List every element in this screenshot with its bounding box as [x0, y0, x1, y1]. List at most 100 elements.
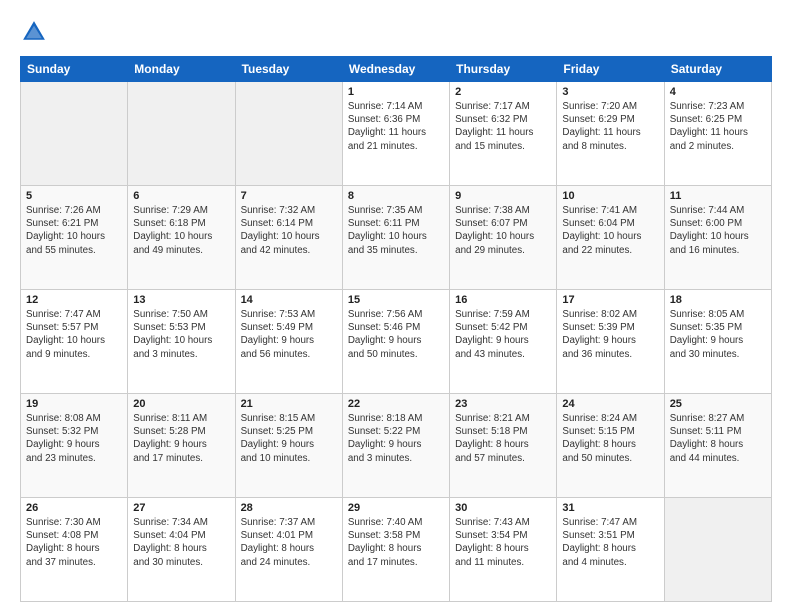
day-number: 20	[133, 398, 229, 410]
day-number: 6	[133, 190, 229, 202]
day-info: Sunrise: 8:15 AM Sunset: 5:25 PM Dayligh…	[241, 412, 337, 465]
calendar-cell: 11Sunrise: 7:44 AM Sunset: 6:00 PM Dayli…	[664, 186, 771, 290]
calendar-cell: 12 Sunrise: 7:47 AM Sunset: 5:57 PM Dayli…	[21, 290, 128, 394]
logo-icon	[20, 18, 48, 46]
day-number: 22	[348, 398, 444, 410]
day-info: Sunrise: 7:17 AM Sunset: 6:32 PM Dayligh…	[455, 100, 551, 153]
day-number: 10	[562, 190, 658, 202]
calendar-cell: 7 Sunrise: 7:32 AM Sunset: 6:14 PM Daylig…	[235, 186, 342, 290]
calendar-cell: 17 Sunrise: 8:02 AM Sunset: 5:39 PM Dayli…	[557, 290, 664, 394]
day-info: Sunrise: 8:18 AM Sunset: 5:22 PM Dayligh…	[348, 412, 444, 465]
day-number: 9	[455, 190, 551, 202]
day-number: 8	[348, 190, 444, 202]
day-number: 27	[133, 502, 229, 514]
calendar-week-2: 12 Sunrise: 7:47 AM Sunset: 5:57 PM Dayli…	[21, 290, 772, 394]
day-info: Sunrise: 8:21 AM Sunset: 5:18 PM Dayligh…	[455, 412, 551, 465]
day-number: 19	[26, 398, 122, 410]
day-number: 29	[348, 502, 444, 514]
day-info: Sunrise: 7:50 AM Sunset: 5:53 PM Dayligh…	[133, 308, 229, 361]
col-header-friday: Friday	[557, 57, 664, 82]
day-number: 14	[241, 294, 337, 306]
calendar-week-3: 19 Sunrise: 8:08 AM Sunset: 5:32 PM Dayli…	[21, 394, 772, 498]
day-info: Sunrise: 7:47 AM Sunset: 3:51 PM Dayligh…	[562, 516, 658, 569]
calendar-cell: 2 Sunrise: 7:17 AM Sunset: 6:32 PM Daylig…	[450, 82, 557, 186]
day-info: Sunrise: 7:32 AM Sunset: 6:14 PM Dayligh…	[241, 204, 337, 257]
page: SundayMondayTuesdayWednesdayThursdayFrid…	[0, 0, 792, 612]
calendar-cell: 9 Sunrise: 7:38 AM Sunset: 6:07 PM Daylig…	[450, 186, 557, 290]
day-info: Sunrise: 7:40 AM Sunset: 3:58 PM Dayligh…	[348, 516, 444, 569]
col-header-tuesday: Tuesday	[235, 57, 342, 82]
calendar-cell: 28Sunrise: 7:37 AM Sunset: 4:01 PM Dayli…	[235, 498, 342, 602]
col-header-sunday: Sunday	[21, 57, 128, 82]
day-number: 2	[455, 86, 551, 98]
day-info: Sunrise: 8:11 AM Sunset: 5:28 PM Dayligh…	[133, 412, 229, 465]
calendar-cell	[664, 498, 771, 602]
calendar-cell	[21, 82, 128, 186]
day-info: Sunrise: 8:02 AM Sunset: 5:39 PM Dayligh…	[562, 308, 658, 361]
day-number: 26	[26, 502, 122, 514]
day-info: Sunrise: 7:29 AM Sunset: 6:18 PM Dayligh…	[133, 204, 229, 257]
calendar-week-1: 5 Sunrise: 7:26 AM Sunset: 6:21 PM Daylig…	[21, 186, 772, 290]
day-number: 23	[455, 398, 551, 410]
day-info: Sunrise: 7:47 AM Sunset: 5:57 PM Dayligh…	[26, 308, 122, 361]
day-number: 13	[133, 294, 229, 306]
day-info: Sunrise: 8:27 AM Sunset: 5:11 PM Dayligh…	[670, 412, 766, 465]
calendar-cell: 22 Sunrise: 8:18 AM Sunset: 5:22 PM Dayli…	[342, 394, 449, 498]
day-info: Sunrise: 7:30 AM Sunset: 4:08 PM Dayligh…	[26, 516, 122, 569]
col-header-wednesday: Wednesday	[342, 57, 449, 82]
calendar-cell: 1 Sunrise: 7:14 AM Sunset: 6:36 PM Daylig…	[342, 82, 449, 186]
day-number: 15	[348, 294, 444, 306]
day-info: Sunrise: 7:53 AM Sunset: 5:49 PM Dayligh…	[241, 308, 337, 361]
logo	[20, 18, 52, 46]
calendar-cell: 27Sunrise: 7:34 AM Sunset: 4:04 PM Dayli…	[128, 498, 235, 602]
day-info: Sunrise: 7:43 AM Sunset: 3:54 PM Dayligh…	[455, 516, 551, 569]
day-info: Sunrise: 7:59 AM Sunset: 5:42 PM Dayligh…	[455, 308, 551, 361]
day-info: Sunrise: 7:14 AM Sunset: 6:36 PM Dayligh…	[348, 100, 444, 153]
calendar-cell	[128, 82, 235, 186]
day-info: Sunrise: 8:24 AM Sunset: 5:15 PM Dayligh…	[562, 412, 658, 465]
day-number: 5	[26, 190, 122, 202]
day-number: 1	[348, 86, 444, 98]
calendar-cell: 16 Sunrise: 7:59 AM Sunset: 5:42 PM Dayli…	[450, 290, 557, 394]
calendar-cell: 20 Sunrise: 8:11 AM Sunset: 5:28 PM Dayli…	[128, 394, 235, 498]
calendar-cell: 4 Sunrise: 7:23 AM Sunset: 6:25 PM Daylig…	[664, 82, 771, 186]
calendar-cell: 13 Sunrise: 7:50 AM Sunset: 5:53 PM Dayli…	[128, 290, 235, 394]
col-header-monday: Monday	[128, 57, 235, 82]
day-number: 24	[562, 398, 658, 410]
calendar-cell: 25 Sunrise: 8:27 AM Sunset: 5:11 PM Dayli…	[664, 394, 771, 498]
calendar-cell: 10 Sunrise: 7:41 AM Sunset: 6:04 PM Dayli…	[557, 186, 664, 290]
calendar-cell: 31 Sunrise: 7:47 AM Sunset: 3:51 PM Dayli…	[557, 498, 664, 602]
day-info: Sunrise: 8:05 AM Sunset: 5:35 PM Dayligh…	[670, 308, 766, 361]
day-number: 30	[455, 502, 551, 514]
calendar-week-4: 26 Sunrise: 7:30 AM Sunset: 4:08 PM Dayli…	[21, 498, 772, 602]
day-info: Sunrise: 7:23 AM Sunset: 6:25 PM Dayligh…	[670, 100, 766, 153]
day-info: Sunrise: 7:20 AM Sunset: 6:29 PM Dayligh…	[562, 100, 658, 153]
day-number: 7	[241, 190, 337, 202]
calendar-cell	[235, 82, 342, 186]
calendar-cell: 8 Sunrise: 7:35 AM Sunset: 6:11 PM Daylig…	[342, 186, 449, 290]
day-number: 18	[670, 294, 766, 306]
day-info: Sunrise: 7:41 AM Sunset: 6:04 PM Dayligh…	[562, 204, 658, 257]
day-info: Sunrise: 7:35 AM Sunset: 6:11 PM Dayligh…	[348, 204, 444, 257]
calendar-cell: 5 Sunrise: 7:26 AM Sunset: 6:21 PM Daylig…	[21, 186, 128, 290]
day-number: 31	[562, 502, 658, 514]
calendar-cell: 23 Sunrise: 8:21 AM Sunset: 5:18 PM Dayli…	[450, 394, 557, 498]
day-number: 21	[241, 398, 337, 410]
calendar-cell: 15Sunrise: 7:56 AM Sunset: 5:46 PM Dayli…	[342, 290, 449, 394]
header	[20, 18, 772, 46]
day-info: Sunrise: 8:08 AM Sunset: 5:32 PM Dayligh…	[26, 412, 122, 465]
day-number: 17	[562, 294, 658, 306]
col-header-thursday: Thursday	[450, 57, 557, 82]
day-number: 28	[241, 502, 337, 514]
day-info: Sunrise: 7:38 AM Sunset: 6:07 PM Dayligh…	[455, 204, 551, 257]
day-number: 3	[562, 86, 658, 98]
day-number: 25	[670, 398, 766, 410]
calendar-cell: 21 Sunrise: 8:15 AM Sunset: 5:25 PM Dayli…	[235, 394, 342, 498]
calendar-header-row: SundayMondayTuesdayWednesdayThursdayFrid…	[21, 57, 772, 82]
day-number: 16	[455, 294, 551, 306]
day-number: 12	[26, 294, 122, 306]
calendar-cell: 26 Sunrise: 7:30 AM Sunset: 4:08 PM Dayli…	[21, 498, 128, 602]
calendar-cell: 14 Sunrise: 7:53 AM Sunset: 5:49 PM Dayli…	[235, 290, 342, 394]
day-number: 4	[670, 86, 766, 98]
day-info: Sunrise: 7:26 AM Sunset: 6:21 PM Dayligh…	[26, 204, 122, 257]
